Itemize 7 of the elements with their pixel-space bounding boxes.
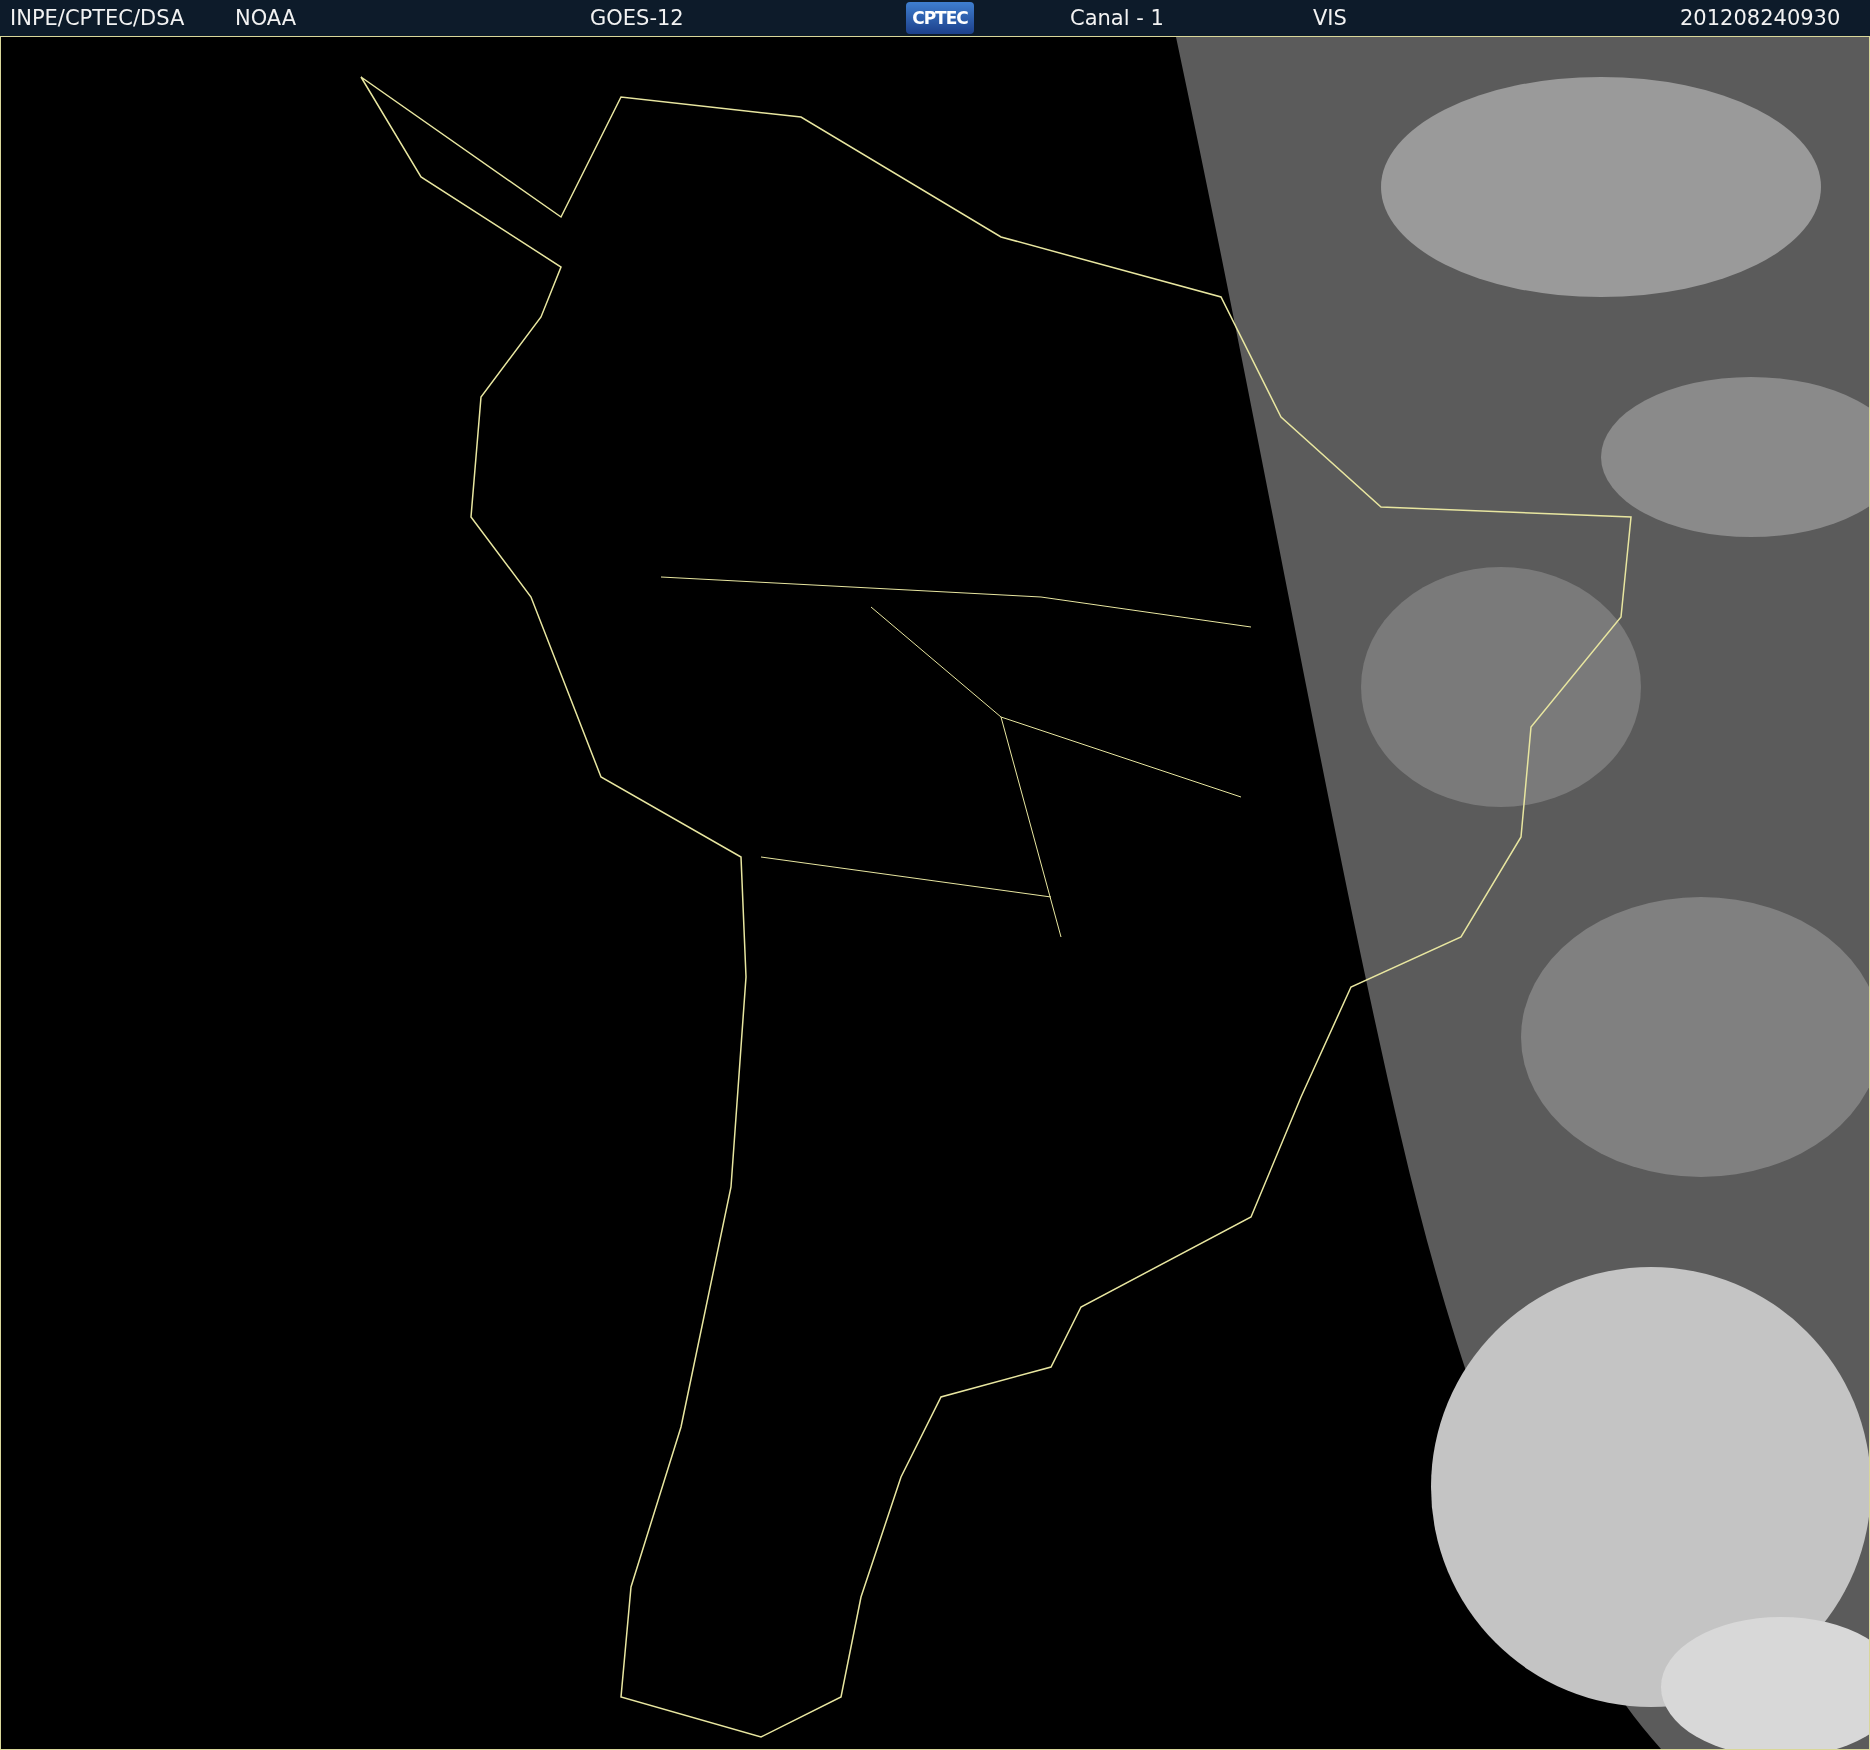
- header-label: VIS: [1313, 6, 1347, 30]
- header-label: 201208240930: [1680, 6, 1841, 30]
- header-label: INPE/CPTEC/DSA: [10, 6, 185, 30]
- logo: CPTEC: [906, 2, 974, 34]
- header-label: NOAA: [235, 6, 297, 30]
- header-label: GOES-12: [590, 6, 684, 30]
- header-label: Canal - 1: [1070, 6, 1164, 30]
